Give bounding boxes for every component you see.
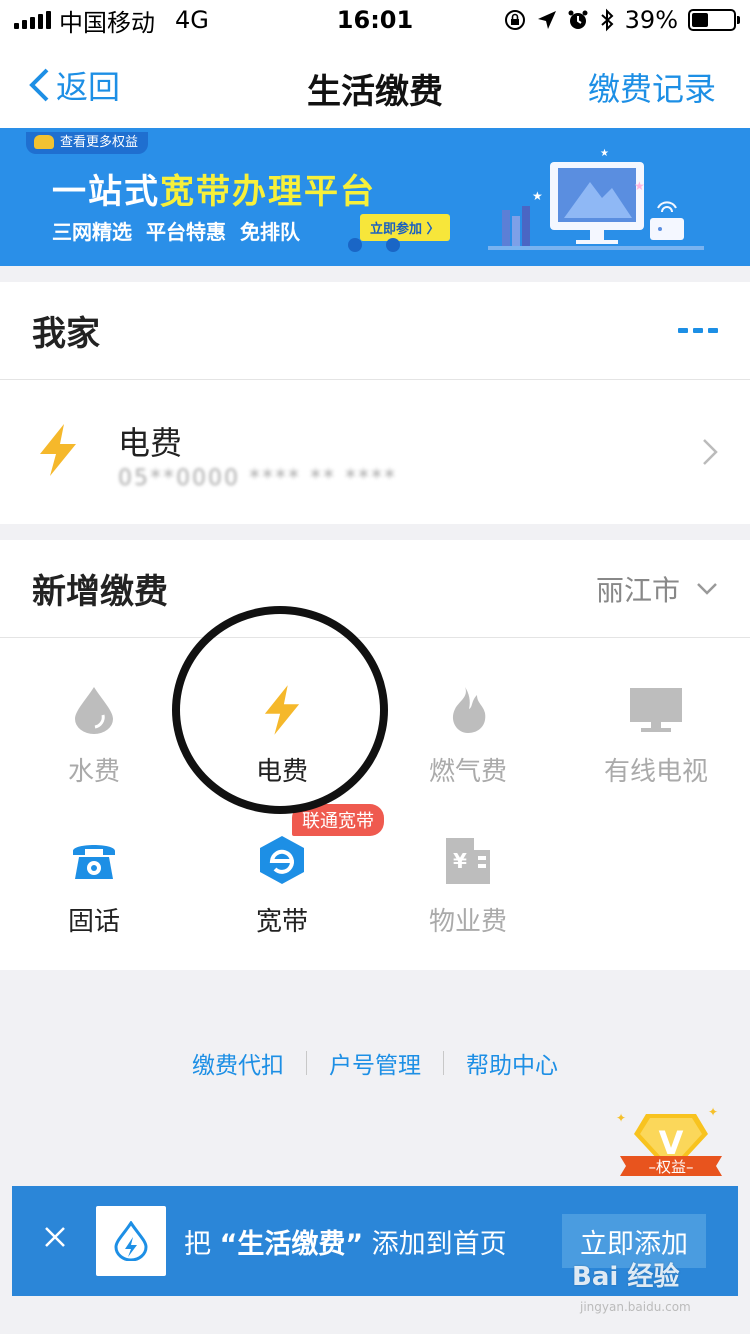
alarm-icon xyxy=(568,10,588,29)
chevron-left-icon xyxy=(29,68,49,102)
my-home-title: 我家 xyxy=(32,314,100,354)
orientation-lock-icon xyxy=(504,10,525,30)
banner-subtitle-item: 免排队 xyxy=(240,220,300,244)
telephone-icon xyxy=(73,844,115,879)
building-icon: ¥ xyxy=(446,837,490,884)
new-payment-section: 新增缴费 丽江市 水费 电费 燃气费 有线电视 固话 宽带 联通宽带 ¥ 物业费 xyxy=(0,540,750,970)
bluetooth-icon xyxy=(600,8,614,32)
payment-records-button[interactable]: 缴费记录 xyxy=(588,64,716,110)
add-text-app: “生活缴费” xyxy=(219,1229,364,1260)
svg-text:✦: ✦ xyxy=(616,1111,626,1125)
svg-text:★: ★ xyxy=(532,189,543,203)
add-text-after: 添加到首页 xyxy=(363,1229,507,1260)
promo-banner[interactable]: 查看更多权益 一站式宽带办理平台 三网精选 平台特惠 免排队 立即参加 〉 ★ … xyxy=(0,128,750,266)
payment-type-label: 物业费 xyxy=(428,907,507,937)
city-selector[interactable]: 丽江市 xyxy=(596,569,718,609)
banner-subtitle-item: 三网精选 xyxy=(52,220,132,244)
location-arrow-icon xyxy=(537,11,556,29)
bill-name: 电费 xyxy=(118,424,183,462)
network-type: 4G xyxy=(175,6,209,34)
banner-subtitle: 三网精选 平台特惠 免排队 xyxy=(52,216,300,245)
payment-type-label: 水费 xyxy=(67,757,120,787)
svg-text:★: ★ xyxy=(600,148,609,159)
payment-type-grid: 水费 电费 燃气费 有线电视 固话 宽带 联通宽带 ¥ 物业费 xyxy=(0,638,750,970)
svg-text:¥: ¥ xyxy=(453,849,467,873)
banner-title: 一站式宽带办理平台 xyxy=(52,164,376,213)
water-drop-icon xyxy=(75,686,113,734)
battery-percent: 39% xyxy=(624,6,678,34)
close-icon[interactable] xyxy=(44,1226,66,1248)
car-icon xyxy=(34,135,54,149)
banner-tag[interactable]: 查看更多权益 xyxy=(26,132,149,154)
navigation-bar: 返回 生活缴费 缴费记录 xyxy=(0,40,750,128)
payment-type-label: 固话 xyxy=(67,907,120,937)
tv-icon xyxy=(630,687,682,732)
svg-text:✦: ✦ xyxy=(708,1105,718,1119)
city-label: 丽江市 xyxy=(595,573,680,607)
back-label: 返回 xyxy=(56,68,121,106)
watermark-url: jingyan.baidu.com xyxy=(580,1300,691,1314)
chevron-down-icon xyxy=(697,582,717,595)
footer-links: 缴费代扣 户号管理 帮助中心 xyxy=(0,1046,750,1080)
payment-type-label: 宽带 xyxy=(255,907,308,937)
payment-type-water[interactable]: 水费 xyxy=(0,638,188,788)
broadband-icon xyxy=(260,835,304,884)
payment-type-electricity[interactable]: 电费 xyxy=(188,638,376,788)
lightning-icon xyxy=(40,424,76,476)
payment-type-cable-tv[interactable]: 有线电视 xyxy=(562,638,750,788)
broadband-badge: 联通宽带 xyxy=(292,804,384,836)
bill-account: 05**0000 **** ** **** xyxy=(118,466,397,491)
banner-title-highlight: 宽带办理平台 xyxy=(160,172,376,212)
utility-drop-icon xyxy=(114,1221,148,1261)
carrier-name: 中国移动 xyxy=(59,8,155,37)
back-button[interactable]: 返回 xyxy=(28,62,120,108)
chevron-right-icon xyxy=(703,439,718,465)
my-home-section: 我家 电费 05**0000 **** ** **** xyxy=(0,282,750,524)
payment-type-label: 燃气费 xyxy=(428,757,507,787)
new-payment-header: 新增缴费 丽江市 xyxy=(0,540,750,638)
lightning-icon xyxy=(264,684,300,735)
payment-type-gas[interactable]: 燃气费 xyxy=(374,638,562,788)
watermark: Bai 经验 xyxy=(572,1262,680,1292)
svg-text:★: ★ xyxy=(634,179,645,193)
payment-type-label: 电费 xyxy=(255,757,308,787)
more-options-icon[interactable] xyxy=(678,328,718,333)
banner-subtitle-item: 平台特惠 xyxy=(146,220,226,244)
link-auto-debit[interactable]: 缴费代扣 xyxy=(170,1046,306,1080)
perk-badge[interactable]: ✦ ✦ V –权益– xyxy=(616,1104,726,1190)
app-icon xyxy=(96,1206,166,1276)
vip-shield-icon: ✦ ✦ V –权益– xyxy=(616,1105,722,1176)
payment-type-landline[interactable]: 固话 xyxy=(0,788,188,938)
new-payment-title: 新增缴费 xyxy=(32,572,168,612)
banner-pager-dot[interactable] xyxy=(386,238,400,252)
link-account-management[interactable]: 户号管理 xyxy=(307,1046,443,1080)
perk-label: –权益– xyxy=(648,1158,693,1176)
add-text-before: 把 xyxy=(184,1229,220,1260)
status-bar: 中国移动 4G 16:01 39% xyxy=(0,0,750,40)
banner-tag-label: 查看更多权益 xyxy=(60,135,139,150)
link-help-center[interactable]: 帮助中心 xyxy=(444,1046,580,1080)
add-to-home-text: 把 “生活缴费” 添加到首页 xyxy=(184,1222,507,1261)
computer-illustration-icon: ★ ★ ★ xyxy=(488,148,704,250)
payment-type-property[interactable]: ¥ 物业费 xyxy=(374,788,562,938)
my-home-header: 我家 xyxy=(0,282,750,380)
banner-title-prefix: 一站式 xyxy=(52,172,160,212)
payment-type-label: 有线电视 xyxy=(603,757,708,787)
bill-row-electricity[interactable]: 电费 05**0000 **** ** **** xyxy=(0,380,750,524)
banner-pager-dot-active[interactable] xyxy=(348,238,362,252)
battery-icon xyxy=(688,9,740,31)
banner-cta-button[interactable]: 立即参加 〉 xyxy=(360,214,450,241)
signal-icon xyxy=(14,11,51,29)
payment-type-broadband[interactable]: 宽带 联通宽带 xyxy=(188,788,384,938)
flame-icon xyxy=(452,686,486,733)
